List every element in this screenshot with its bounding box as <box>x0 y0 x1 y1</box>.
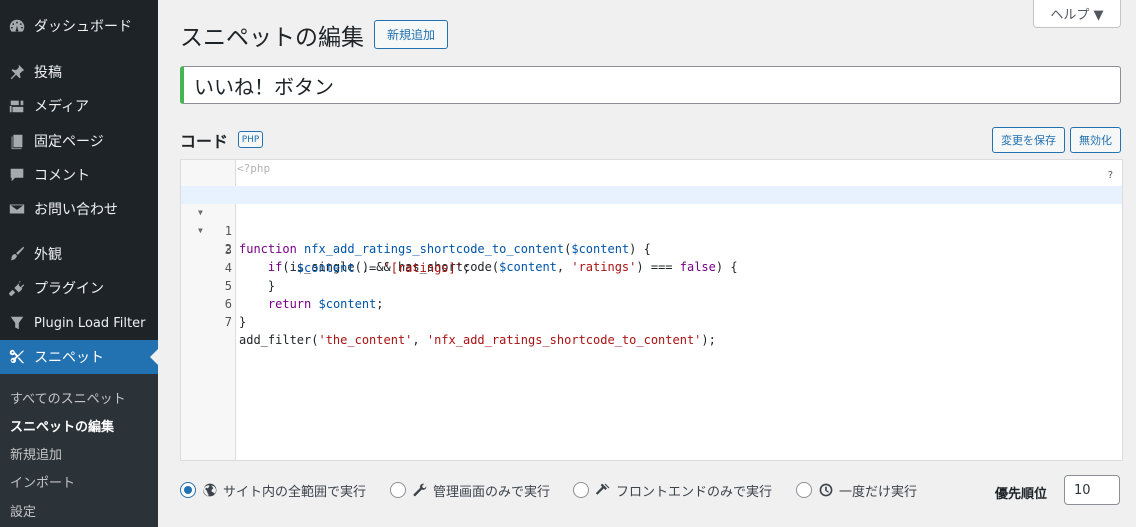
code-line[interactable]: 7 add_filter('the_content', 'nfx_add_rat… <box>181 295 1122 347</box>
add-new-button[interactable]: 新規追加 <box>374 20 448 49</box>
pushpin-icon <box>0 63 34 81</box>
scope-label: サイト内の全範囲で実行 <box>223 484 367 500</box>
menu-label: 固定ページ <box>34 134 104 150</box>
save-changes-button[interactable]: 変更を保存 <box>992 127 1065 153</box>
code-editor[interactable]: <?php ? ▼ 1 function nfx_add_ratings_sho… <box>180 159 1123 461</box>
menu-label: コメント <box>34 168 90 184</box>
menu-label: メディア <box>34 99 90 115</box>
line-text: } <box>239 315 247 329</box>
menu-label: お問い合わせ <box>34 202 118 218</box>
snippets-submenu: すべてのスニペット スニペットの編集 新規追加 インポート 設定 <box>0 374 158 527</box>
page-title: スニペットの編集 <box>180 25 364 51</box>
scope-option-admin[interactable]: 管理画面のみで実行 <box>390 480 550 500</box>
scope-radio[interactable] <box>180 482 196 498</box>
menu-dashboard[interactable]: ダッシュボード <box>0 9 158 43</box>
submenu-import[interactable]: インポート <box>10 472 75 491</box>
scope-option-once[interactable]: 一度だけ実行 <box>796 480 917 500</box>
scope-label: 一度だけ実行 <box>839 484 918 500</box>
plugin-icon <box>0 279 34 297</box>
active-arrow <box>150 349 158 365</box>
globe-icon <box>203 483 217 497</box>
editor-help-icon[interactable]: ? <box>1108 170 1113 181</box>
menu-pages[interactable]: 固定ページ <box>0 124 158 158</box>
menu-label: Plugin Load Filter <box>34 315 146 331</box>
scope-radio[interactable] <box>573 482 589 498</box>
submenu-settings[interactable]: 設定 <box>10 501 36 520</box>
snippet-title-input[interactable] <box>180 66 1121 104</box>
php-badge: PHP <box>238 131 263 148</box>
priority-input[interactable] <box>1064 475 1120 505</box>
help-tab[interactable]: ヘルプ ▼ <box>1033 0 1121 28</box>
brush-icon <box>0 245 34 263</box>
code-line[interactable]: 6 } <box>181 277 1122 329</box>
scope-radio[interactable] <box>796 482 812 498</box>
page-icon <box>0 132 34 150</box>
comment-icon <box>0 166 34 184</box>
filter-icon <box>0 314 34 332</box>
code-line[interactable]: ▼ 1 function nfx_add_ratings_shortcode_t… <box>181 186 1122 256</box>
scope-option-frontend[interactable]: フロントエンドのみで実行 <box>573 480 772 500</box>
scope-label: フロントエンドのみで実行 <box>616 484 773 500</box>
scope-radio[interactable] <box>390 482 406 498</box>
wrench-icon <box>413 483 427 497</box>
menu-label: 外観 <box>34 247 62 263</box>
menu-plugin-load-filter[interactable]: Plugin Load Filter <box>0 306 158 340</box>
priority-label: 優先順位 <box>995 487 1048 502</box>
scissors-icon <box>0 348 34 366</box>
menu-comments[interactable]: コメント <box>0 158 158 192</box>
php-open-tag: <?php <box>237 162 271 175</box>
menu-label: スニペット <box>34 350 104 366</box>
code-line[interactable]: 5 return $content; <box>181 259 1122 311</box>
menu-label: プラグイン <box>34 281 104 297</box>
line-number: 7 <box>224 315 232 329</box>
clock-icon <box>819 483 833 497</box>
mail-icon <box>0 200 34 218</box>
hammer-icon <box>595 483 610 495</box>
scope-label: 管理画面のみで実行 <box>433 484 551 500</box>
line-text: add_filter('the_content', 'nfx_add_ratin… <box>239 333 716 347</box>
submenu-add-new[interactable]: 新規追加 <box>10 444 62 463</box>
menu-label: 投稿 <box>34 65 62 81</box>
code-line[interactable]: ▼ 2 if(is_single() && has_shortcode($con… <box>181 204 1122 274</box>
media-icon <box>0 97 34 115</box>
menu-posts[interactable]: 投稿 <box>0 55 158 89</box>
menu-plugins[interactable]: プラグイン <box>0 271 158 305</box>
deactivate-button[interactable]: 無効化 <box>1070 127 1121 153</box>
menu-media[interactable]: メディア <box>0 89 158 123</box>
menu-label: ダッシュボード <box>34 19 132 35</box>
submenu-all-snippets[interactable]: すべてのスニペット <box>10 388 126 407</box>
submenu-edit-snippet[interactable]: スニペットの編集 <box>10 416 114 435</box>
menu-snippets[interactable]: スニペット <box>0 340 158 374</box>
code-line[interactable]: 4 } <box>181 241 1122 293</box>
menu-contact[interactable]: お問い合わせ <box>0 192 158 226</box>
code-heading: コード <box>180 132 229 151</box>
help-label: ヘルプ ▼ <box>1050 8 1104 23</box>
scope-option-global[interactable]: サイト内の全範囲で実行 <box>180 480 366 500</box>
dashboard-icon <box>0 17 34 35</box>
code-line[interactable]: 3 $content .= '[ratings]'; <box>181 223 1122 275</box>
admin-sidebar: ダッシュボード 投稿 メディア 固定ページ コメント お問い合わせ 外観 プラグ… <box>0 0 158 527</box>
menu-appearance[interactable]: 外観 <box>0 237 158 271</box>
